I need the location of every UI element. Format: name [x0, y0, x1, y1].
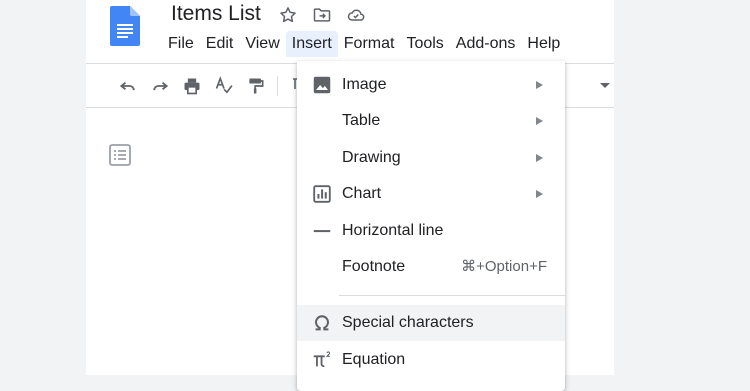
insert-menu-item-table[interactable]: Table	[297, 103, 565, 139]
cloud-saved-icon[interactable]	[345, 4, 367, 26]
menu-tools[interactable]: Tools	[400, 31, 449, 57]
redo-icon[interactable]	[147, 73, 173, 99]
insert-menu-item-special-characters[interactable]: Special characters	[297, 305, 565, 341]
menu-add-ons[interactable]: Add-ons	[450, 31, 522, 57]
toolbar-divider	[277, 76, 278, 96]
pi-icon	[310, 348, 334, 372]
menu-insert[interactable]: Insert	[285, 31, 338, 57]
insert-menu-item-footnote[interactable]: Footnote ⌘+Option+F	[297, 249, 565, 285]
menu-file[interactable]: File	[162, 31, 200, 57]
submenu-arrow-icon	[536, 154, 543, 162]
insert-menu-item-horizontal-line[interactable]: Horizontal line	[297, 213, 565, 249]
insert-menu-dropdown: Image Table Drawing Chart Horizontal lin…	[297, 61, 565, 391]
menu-item-label: Footnote	[342, 258, 406, 275]
menu-item-label: Drawing	[342, 149, 401, 166]
document-title[interactable]: Items List	[169, 1, 263, 27]
menu-view[interactable]: View	[239, 31, 285, 57]
insert-menu-item-drawing[interactable]: Drawing	[297, 140, 565, 176]
menu-item-label: Image	[342, 76, 387, 93]
menu-item-label: Horizontal line	[342, 222, 444, 239]
menu-item-label: Special characters	[342, 314, 474, 331]
insert-menu-item-equation[interactable]: Equation	[297, 342, 565, 378]
spellcheck-icon[interactable]	[211, 73, 237, 99]
chart-icon	[310, 182, 334, 206]
menu-item-label: Table	[342, 112, 381, 129]
menu-edit[interactable]: Edit	[200, 31, 240, 57]
image-icon	[310, 73, 334, 97]
insert-menu-item-chart[interactable]: Chart	[297, 176, 565, 212]
menu-divider	[339, 295, 565, 296]
menu-item-label: Equation	[342, 351, 406, 368]
menu-help[interactable]: Help	[521, 31, 566, 57]
paint-format-icon[interactable]	[243, 73, 269, 99]
menu-bar: File Edit View Insert Format Tools Add-o…	[162, 31, 566, 57]
print-icon[interactable]	[179, 73, 205, 99]
menu-item-label: Chart	[342, 185, 382, 202]
undo-icon[interactable]	[115, 73, 141, 99]
star-icon[interactable]	[277, 4, 299, 26]
submenu-arrow-icon	[536, 81, 543, 89]
insert-menu-item-image[interactable]: Image	[297, 67, 565, 103]
google-docs-logo-icon[interactable]	[110, 6, 140, 46]
document-outline-icon[interactable]	[108, 143, 132, 167]
keyboard-shortcut: ⌘+Option+F	[461, 258, 547, 275]
move-to-folder-icon[interactable]	[311, 4, 333, 26]
horizontal-line-icon	[310, 219, 334, 243]
omega-icon	[310, 311, 334, 335]
submenu-arrow-icon	[536, 117, 543, 125]
menu-format[interactable]: Format	[338, 31, 401, 57]
submenu-arrow-icon	[536, 190, 543, 198]
more-options-dropdown-icon[interactable]	[600, 83, 610, 88]
